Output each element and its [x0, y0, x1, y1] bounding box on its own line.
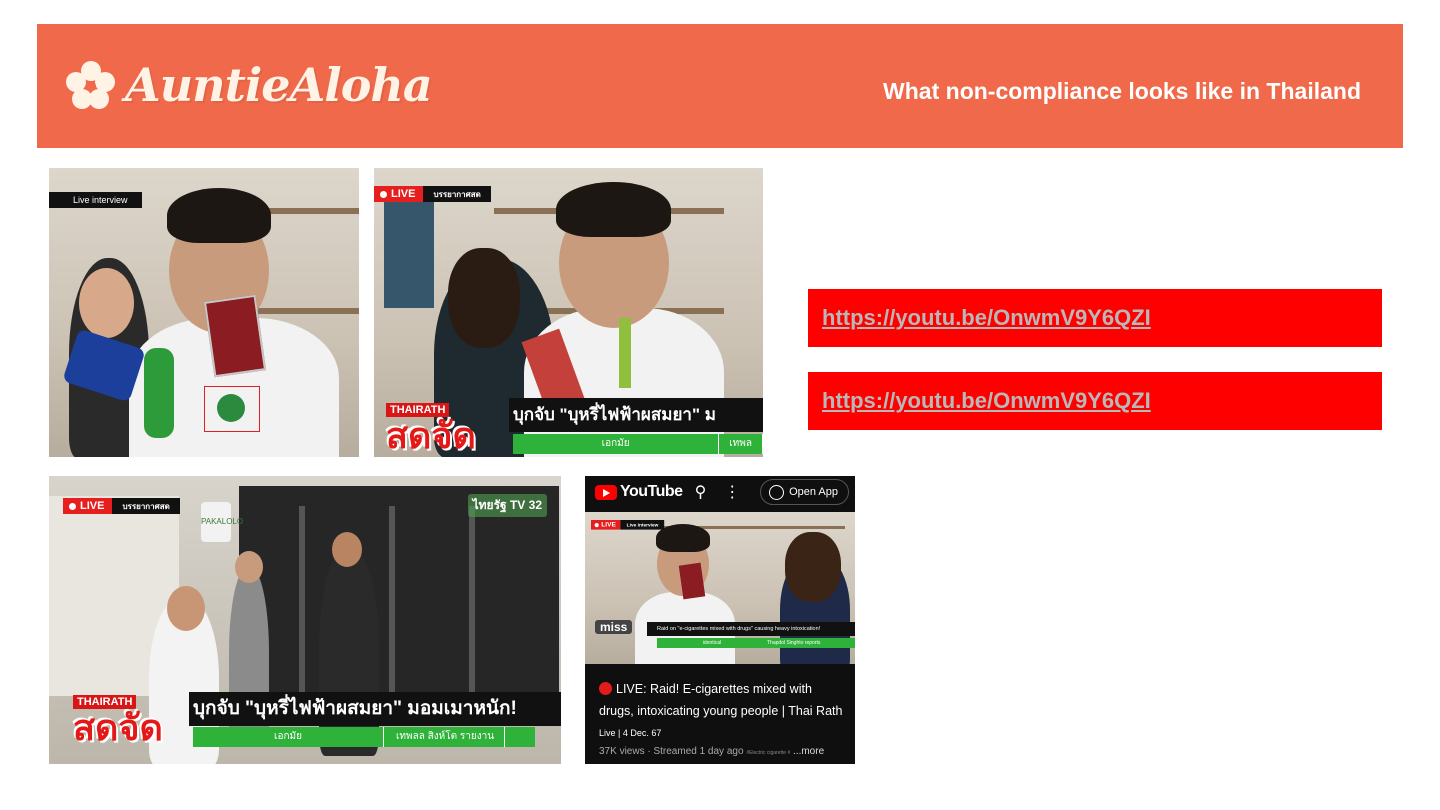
youtube-mobile-screenshot: YouTube ⚲ ⋮ Open App LIVE Live interview… — [585, 476, 855, 764]
search-icon[interactable]: ⚲ — [695, 482, 707, 502]
video-player[interactable]: LIVE Live interview miss Raid on "e-ciga… — [585, 512, 855, 664]
live-badge: LIVE บรรยากาศสด — [374, 186, 491, 202]
video-link-2[interactable]: https://youtu.be/OnwmV9Y6QZI — [822, 388, 1151, 414]
reporter-ticker: เอกมัย เทพล — [513, 434, 763, 454]
more-link[interactable]: ...more — [793, 746, 824, 757]
thairath-sodjad-logo: THAIRATH สดจัด — [73, 695, 163, 748]
vape-device — [619, 318, 631, 388]
channel-watermark: ไทยรัฐ TV 32 — [467, 494, 547, 517]
product-pack — [203, 294, 267, 378]
inner-headline: Raid on "e-cigarettes mixed with drugs" … — [647, 622, 855, 636]
youtube-logo[interactable]: YouTube — [595, 483, 683, 501]
brand-name: AuntieAloha — [125, 58, 433, 112]
video-title[interactable]: LIVE: Raid! E-cigarettes mixed with drug… — [599, 678, 847, 722]
video-meta: 37K views · Streamed 1 day ago #Electric… — [599, 746, 825, 757]
video-link-1[interactable]: https://youtu.be/OnwmV9Y6QZI — [822, 305, 1151, 331]
account-icon — [769, 484, 785, 500]
video-subtitle: Live | 4 Dec. 67 — [599, 728, 662, 738]
inner-brand-logo: miss — [595, 620, 633, 634]
open-app-button[interactable]: Open App — [760, 479, 849, 505]
red-circle-icon — [599, 682, 612, 695]
auntie-aloha-logo: AuntieAloha — [63, 50, 433, 120]
ministry-badge — [217, 394, 245, 422]
youtube-top-bar: YouTube ⚲ ⋮ Open App — [585, 476, 855, 508]
headline-ticker: บุกจับ "บุหรี่ไฟฟ้าผสมยา" ม — [509, 398, 763, 432]
header-banner: AuntieAloha What non-compliance looks li… — [37, 24, 1403, 148]
news-broadcast-photo-3: PAKALOLO LIVE บรรยากาศสด ไทยรัฐ TV 32 TH… — [49, 476, 561, 764]
page-subtitle: What non-compliance looks like in Thaila… — [883, 78, 1361, 104]
live-interview-tag: Live interview — [49, 192, 142, 208]
thairath-sodjad-logo: THAIRATH สดจัด — [386, 403, 476, 456]
microphone — [144, 348, 174, 438]
video-link-box-1[interactable]: https://youtu.be/OnwmV9Y6QZI — [808, 289, 1382, 347]
live-badge: LIVE บรรยากาศสด — [63, 498, 180, 514]
news-broadcast-photo-2: LIVE บรรยากาศสด THAIRATH สดจัด บุกจับ "บ… — [374, 168, 763, 457]
reporter-ticker: เอกมัย เทพลล สิงห์โต รายงาน — [193, 727, 535, 747]
flower-icon — [66, 61, 115, 109]
inner-ticker: identical Thapdol Singhto reports — [657, 638, 855, 648]
store-glass-doors — [239, 486, 559, 696]
video-info-panel: LIVE: Raid! E-cigarettes mixed with drug… — [585, 664, 855, 764]
more-vert-icon[interactable]: ⋮ — [724, 482, 740, 502]
store-sign: PAKALOLO — [201, 502, 243, 542]
interview-photo-1: Live interview — [49, 168, 359, 457]
video-link-box-2[interactable]: https://youtu.be/OnwmV9Y6QZI — [808, 372, 1382, 430]
headline-ticker: บุกจับ "บุหรี่ไฟฟ้าผสมยา" มอมเมาหนัก! — [189, 692, 561, 726]
youtube-play-icon — [595, 484, 617, 500]
